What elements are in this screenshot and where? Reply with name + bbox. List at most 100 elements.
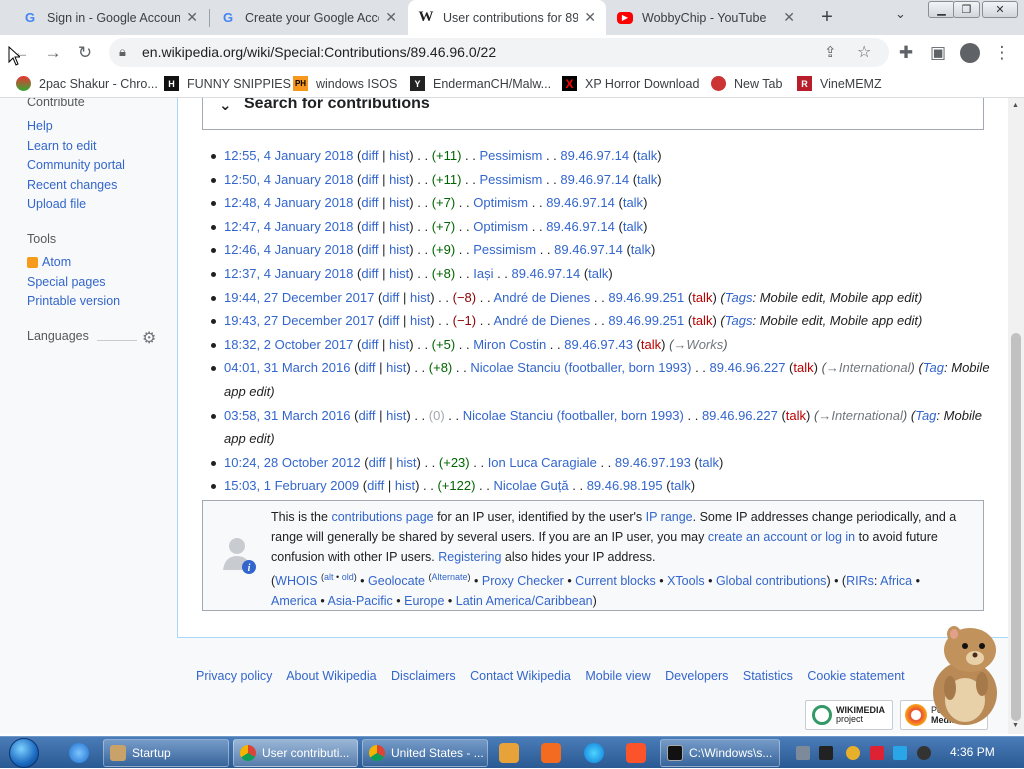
hist-link[interactable]: hist	[389, 195, 409, 210]
timestamp-link[interactable]: 18:32, 2 October 2017	[224, 337, 353, 352]
sidebar-link-special[interactable]: Special pages	[27, 275, 106, 289]
user-ip-link[interactable]: 89.46.98.195	[587, 478, 663, 493]
tab-google-create[interactable]: G Create your Google Account ✕	[210, 0, 407, 35]
diff-link[interactable]: diff	[382, 290, 399, 305]
talk-link[interactable]: talk	[637, 172, 657, 187]
diff-link[interactable]: diff	[358, 408, 375, 423]
paint-icon[interactable]	[541, 743, 561, 763]
asia-pacific-link[interactable]: Asia-Pacific	[327, 594, 392, 608]
talk-link[interactable]: talk	[637, 148, 657, 163]
footer-link-privacy[interactable]: Privacy policy	[196, 669, 272, 683]
user-ip-link[interactable]: 89.46.96.227	[710, 360, 786, 375]
user-ip-link[interactable]: 89.46.97.14	[560, 148, 629, 163]
europe-link[interactable]: Europe	[404, 594, 444, 608]
talk-link[interactable]: talk	[692, 313, 712, 328]
tray-app-icon[interactable]	[893, 746, 907, 760]
minimize-button[interactable]: ▁	[928, 1, 955, 18]
scrollbar-thumb[interactable]	[1011, 333, 1021, 721]
page-title-link[interactable]: André de Dienes	[493, 313, 590, 328]
page-title-link[interactable]: André de Dienes	[493, 290, 590, 305]
hist-link[interactable]: hist	[386, 360, 406, 375]
diff-link[interactable]: diff	[367, 478, 384, 493]
timestamp-link[interactable]: 12:47, 4 January 2018	[224, 219, 353, 234]
hist-link[interactable]: hist	[396, 455, 416, 470]
restore-button[interactable]: ❐	[953, 1, 980, 18]
tray-app-icon[interactable]	[796, 746, 810, 760]
close-tab-icon[interactable]: ✕	[385, 9, 397, 26]
menu-kebab-icon[interactable]: ⋮	[989, 40, 1015, 66]
footer-link-mobile[interactable]: Mobile view	[585, 669, 650, 683]
contributions-page-link[interactable]: contributions page	[331, 510, 433, 524]
talk-link[interactable]: talk	[631, 242, 651, 257]
brave-icon[interactable]	[626, 743, 646, 763]
tab-google-signin[interactable]: G Sign in - Google Accounts ✕	[12, 0, 208, 35]
sidebar-link-printable[interactable]: Printable version	[27, 294, 120, 308]
url-text[interactable]: en.wikipedia.org/wiki/Special:Contributi…	[142, 44, 496, 60]
proxy-checker-link[interactable]: Proxy Checker	[482, 574, 564, 588]
america-link[interactable]: America	[271, 594, 317, 608]
close-window-button[interactable]: ✕	[982, 1, 1018, 18]
diff-link[interactable]: diff	[358, 360, 375, 375]
bookmark-item[interactable]: H FUNNY SNIPPIES	[164, 76, 291, 91]
talk-link[interactable]: talk	[793, 360, 813, 375]
extensions-icon[interactable]: ✚	[893, 40, 919, 66]
bookmark-item[interactable]: Y EndermanCH/Malw...	[410, 76, 551, 91]
forward-arrow-icon[interactable]: →	[40, 40, 66, 66]
bookmark-item[interactable]: X XP Horror Download	[562, 76, 699, 91]
diff-link[interactable]: diff	[361, 172, 378, 187]
page-title-link[interactable]: Pessimism	[480, 172, 543, 187]
rirs-link[interactable]: RIRs	[846, 574, 874, 588]
footer-link-cookies[interactable]: Cookie statement	[807, 669, 904, 683]
page-title-link[interactable]: Nicolae Stanciu (footballer, born 1993)	[463, 408, 684, 423]
sidebar-link-community[interactable]: Community portal	[27, 158, 125, 172]
talk-link[interactable]: talk	[623, 195, 643, 210]
bookmark-item[interactable]: 2pac Shakur - Chro...	[16, 76, 158, 91]
timestamp-link[interactable]: 04:01, 31 March 2016	[224, 360, 350, 375]
timestamp-link[interactable]: 03:58, 31 March 2016	[224, 408, 350, 423]
bookmark-star-icon[interactable]: ☆	[857, 42, 871, 62]
tray-volume-icon[interactable]	[917, 746, 931, 760]
start-button[interactable]	[2, 737, 46, 769]
hist-link[interactable]: hist	[395, 478, 415, 493]
ip-range-link[interactable]: IP range	[646, 510, 693, 524]
scroll-down-arrow-icon[interactable]: ▼	[1012, 722, 1019, 729]
sidebar-link-help[interactable]: Help	[27, 119, 53, 133]
tab-wikipedia[interactable]: W User contributions for 89.46.96.0/22 ✕	[408, 0, 606, 35]
user-ip-link[interactable]: 89.46.97.43	[564, 337, 633, 352]
timestamp-link[interactable]: 12:48, 4 January 2018	[224, 195, 353, 210]
tags-label-link[interactable]: Tag	[915, 408, 936, 423]
edge-icon[interactable]	[584, 743, 604, 763]
lock-icon[interactable]: 🔒︎	[119, 44, 126, 60]
hist-link[interactable]: hist	[386, 408, 406, 423]
page-title-link[interactable]: Iași	[473, 266, 493, 281]
registering-link[interactable]: Registering	[438, 550, 501, 564]
talk-link[interactable]: talk	[786, 408, 806, 423]
page-title-link[interactable]: Miron Costin	[473, 337, 546, 352]
close-tab-icon[interactable]: ✕	[584, 9, 596, 26]
talk-link[interactable]: talk	[699, 455, 719, 470]
global-contributions-link[interactable]: Global contributions	[716, 574, 826, 588]
search-contributions-box[interactable]: ⌄ Search for contributions	[202, 98, 984, 130]
internet-explorer-icon[interactable]	[69, 743, 89, 763]
timestamp-link[interactable]: 12:50, 4 January 2018	[224, 172, 353, 187]
section-link[interactable]: →Works	[673, 337, 723, 352]
reload-icon[interactable]: ↻	[72, 40, 98, 66]
close-tab-icon[interactable]: ✕	[186, 9, 198, 26]
user-ip-link[interactable]: 89.46.97.14	[512, 266, 581, 281]
tags-label-link[interactable]: Tag	[923, 360, 944, 375]
share-icon[interactable]: ⇪	[824, 43, 837, 61]
taskbar-cmd[interactable]: C:\Windows\s...	[660, 739, 780, 767]
user-ip-link[interactable]: 89.46.99.251	[608, 313, 684, 328]
sidebar-link-recent[interactable]: Recent changes	[27, 178, 117, 192]
hist-link[interactable]: hist	[410, 313, 430, 328]
tags-label-link[interactable]: Tags	[725, 290, 753, 305]
search-contributions-label[interactable]: Search for contributions	[244, 98, 430, 113]
bookmark-item[interactable]: PH windows ISOS	[293, 76, 397, 91]
timestamp-link[interactable]: 10:24, 28 October 2012	[224, 455, 361, 470]
talk-link[interactable]: talk	[671, 478, 691, 493]
hist-link[interactable]: hist	[389, 219, 409, 234]
taskbar-clock[interactable]: 4:36 PM	[950, 745, 995, 759]
create-account-link[interactable]: create an account or log in	[708, 530, 855, 544]
taskbar-chrome-wikipedia[interactable]: User contributi...	[233, 739, 358, 767]
taskbar-startup[interactable]: Startup	[103, 739, 229, 767]
